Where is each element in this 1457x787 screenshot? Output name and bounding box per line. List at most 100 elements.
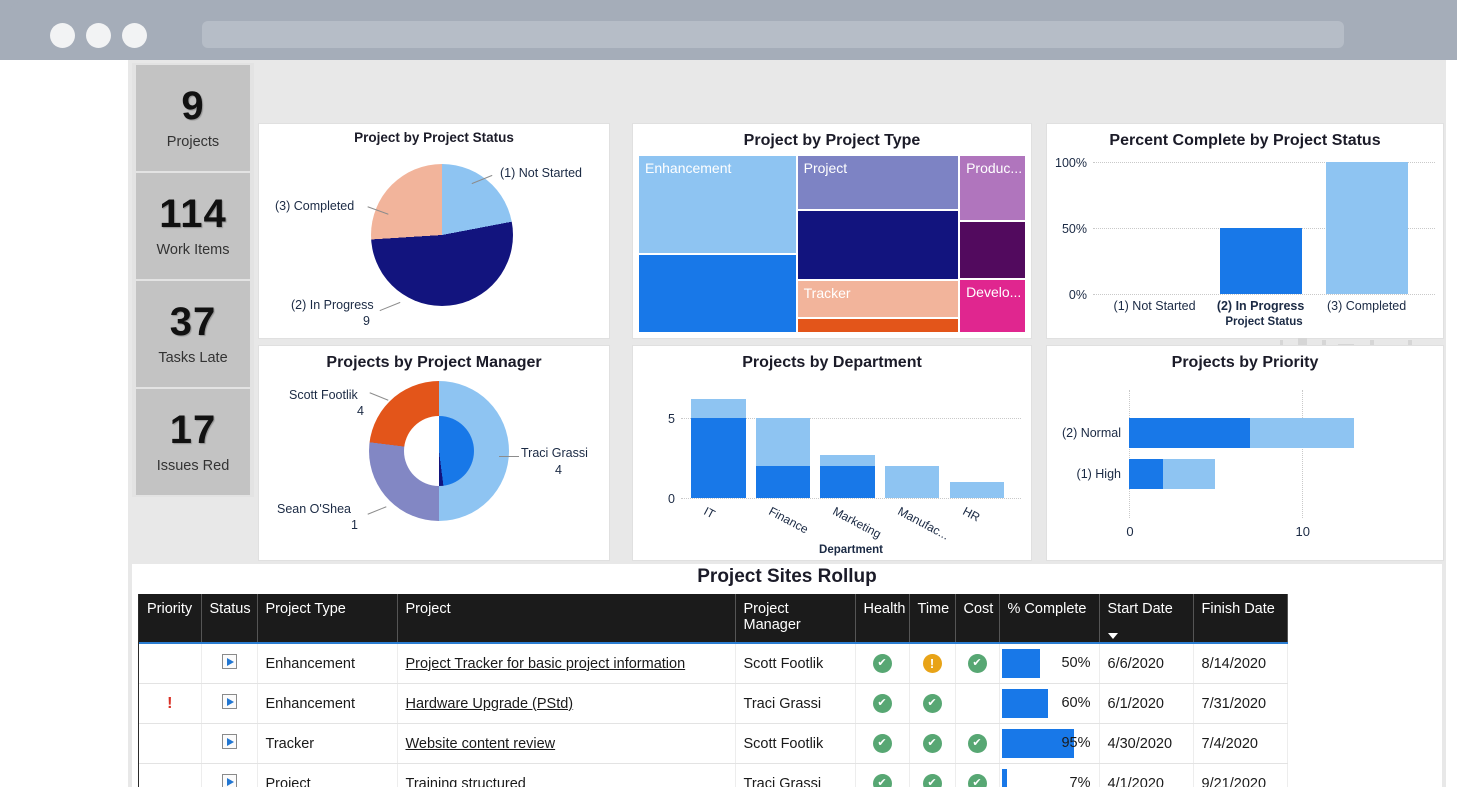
bar-completed[interactable] <box>1326 162 1408 294</box>
bar-in-progress[interactable] <box>1220 228 1302 294</box>
cell-status[interactable] <box>201 684 257 724</box>
column-header-finish-date[interactable]: Finish Date <box>1193 594 1287 643</box>
y-axis-tick: 50% <box>1062 222 1087 236</box>
bar-manufacturing[interactable] <box>885 466 939 498</box>
cell-time <box>909 724 955 764</box>
kpi-value: 114 <box>159 194 227 234</box>
donut-label-sean: Sean O'Shea <box>277 502 351 516</box>
status-play-icon[interactable] <box>222 694 237 709</box>
treemap-cell-project-b[interactable] <box>798 211 958 279</box>
project-link[interactable]: Website content review <box>406 736 556 752</box>
chart-tile-project-by-status[interactable]: Project by Project Status (3) Completed … <box>258 123 610 339</box>
project-sites-rollup: Project Sites Rollup Priority Status Pro… <box>132 564 1442 787</box>
table-row[interactable]: ProjectTraining structuredTraci Grassi7%… <box>139 764 1287 787</box>
chart-tile-project-by-type[interactable]: Project by Project Type Enhancement Proj… <box>632 123 1032 339</box>
cell-project[interactable]: Hardware Upgrade (PStd) <box>397 684 735 724</box>
treemap-cell-tracker-b[interactable] <box>798 319 958 332</box>
cell-status[interactable] <box>201 643 257 684</box>
x-axis-tick-it: IT <box>702 504 718 521</box>
column-chart-percent-complete[interactable]: 100% 50% 0% (1) Not Started (2) In Progr… <box>1093 162 1435 294</box>
table-row[interactable]: TrackerWebsite content reviewScott Footl… <box>139 724 1287 764</box>
cell-project[interactable]: Training structured <box>397 764 735 787</box>
kpi-card-projects[interactable]: 9 Projects <box>136 65 250 171</box>
cell-priority <box>139 724 201 764</box>
donut-inner-ring[interactable] <box>404 416 474 486</box>
treemap-cell-project[interactable]: Project <box>798 156 958 209</box>
window-maximize-button[interactable] <box>122 23 147 48</box>
y-axis-tick: 0 <box>668 492 675 506</box>
cell-status[interactable] <box>201 724 257 764</box>
priority-flag-icon: ! <box>167 695 172 712</box>
column-header-start-date[interactable]: Start Date <box>1099 594 1193 643</box>
treemap-cell-enhancement-b[interactable] <box>639 255 796 332</box>
cell-start-date: 4/30/2020 <box>1099 724 1193 764</box>
percent-complete-value: 50% <box>1061 644 1090 683</box>
donut-label-scott: Scott Footlik <box>289 388 358 402</box>
project-link[interactable]: Training structured <box>406 776 526 787</box>
status-play-icon[interactable] <box>222 654 237 669</box>
pie-label-not-started: (1) Not Started <box>500 166 582 180</box>
treemap-cell-development[interactable]: Develo... <box>960 280 1025 332</box>
status-play-icon[interactable] <box>222 734 237 749</box>
leader-line-scott <box>370 392 389 400</box>
chart-tile-projects-by-priority[interactable]: Projects by Priority 0 10 (2) Normal (1)… <box>1046 345 1444 561</box>
treemap-project-type[interactable]: Enhancement Project Tracker Produc... <box>639 156 1025 332</box>
column-header-project[interactable]: Project <box>397 594 735 643</box>
cell-percent-complete: 95% <box>999 724 1099 764</box>
kpi-value: 37 <box>170 302 217 342</box>
x-axis-title: Department <box>819 544 883 556</box>
column-header-status[interactable]: Status <box>201 594 257 643</box>
cell-project[interactable]: Project Tracker for basic project inform… <box>397 643 735 684</box>
treemap-cell-product-b[interactable] <box>960 222 1025 279</box>
table-row[interactable]: !EnhancementHardware Upgrade (PStd)Traci… <box>139 684 1287 724</box>
column-header-project-type[interactable]: Project Type <box>257 594 397 643</box>
treemap-cell-enhancement[interactable]: Enhancement <box>639 156 796 253</box>
time-status-icon <box>923 694 942 713</box>
bar-normal[interactable]: (2) Normal <box>1129 418 1354 447</box>
kpi-card-tasks-late[interactable]: 37 Tasks Late <box>136 281 250 387</box>
bar-high[interactable]: (1) High <box>1129 459 1215 488</box>
window-close-button[interactable] <box>50 23 75 48</box>
x-axis-tick-completed: (3) Completed <box>1327 299 1406 313</box>
project-link[interactable]: Hardware Upgrade (PStd) <box>406 696 574 712</box>
column-header-priority[interactable]: Priority <box>139 594 201 643</box>
cell-project[interactable]: Website content review <box>397 724 735 764</box>
y-axis-tick: 5 <box>668 412 675 426</box>
cell-finish-date: 7/31/2020 <box>1193 684 1287 724</box>
status-play-icon[interactable] <box>222 774 237 787</box>
bar-finance[interactable] <box>756 418 810 498</box>
chart-tile-projects-by-manager[interactable]: Projects by Project Manager Scott Footli… <box>258 345 610 561</box>
project-link[interactable]: Project Tracker for basic project inform… <box>406 656 686 672</box>
chart-tile-percent-complete-by-status[interactable]: Percent Complete by Project Status 100% … <box>1046 123 1444 339</box>
cell-status[interactable] <box>201 764 257 787</box>
bar-marketing[interactable] <box>820 455 874 498</box>
column-header-percent-complete[interactable]: % Complete <box>999 594 1099 643</box>
column-header-health[interactable]: Health <box>855 594 909 643</box>
window-minimize-button[interactable] <box>86 23 111 48</box>
bar-it[interactable] <box>691 399 745 498</box>
cost-status-icon <box>968 654 987 673</box>
stacked-bar-chart-priority[interactable]: 0 10 (2) Normal (1) High <box>1129 390 1388 518</box>
kpi-card-work-items[interactable]: 114 Work Items <box>136 173 250 279</box>
column-header-time[interactable]: Time <box>909 594 955 643</box>
stacked-column-chart-department[interactable]: 5 0 IT Finance Marketing <box>681 386 1021 498</box>
segment-completed <box>756 466 810 498</box>
table-row[interactable]: EnhancementProject Tracker for basic pro… <box>139 643 1287 684</box>
segment-remaining <box>756 418 810 466</box>
chart-tile-projects-by-department[interactable]: Projects by Department 5 0 IT Finance <box>632 345 1032 561</box>
cell-project-manager: Traci Grassi <box>735 764 855 787</box>
treemap-cell-tracker[interactable]: Tracker <box>798 281 958 317</box>
column-header-project-manager[interactable]: Project Manager <box>735 594 855 643</box>
segment-remaining <box>950 482 1004 498</box>
address-bar-input[interactable] <box>202 21 1344 48</box>
rollup-grid-wrapper[interactable]: Priority Status Project Type Project Pro… <box>138 594 1426 787</box>
treemap-cell-label: Tracker <box>804 285 851 301</box>
kpi-card-issues-red[interactable]: 17 Issues Red <box>136 389 250 495</box>
column-header-cost[interactable]: Cost <box>955 594 999 643</box>
treemap-cell-product[interactable]: Produc... <box>960 156 1025 220</box>
bar-hr[interactable] <box>950 482 1004 498</box>
pie-chart-project-status[interactable] <box>371 164 513 306</box>
kpi-label: Tasks Late <box>158 350 227 366</box>
y-axis-tick: 100% <box>1055 156 1087 170</box>
percent-complete-value: 60% <box>1061 684 1090 723</box>
